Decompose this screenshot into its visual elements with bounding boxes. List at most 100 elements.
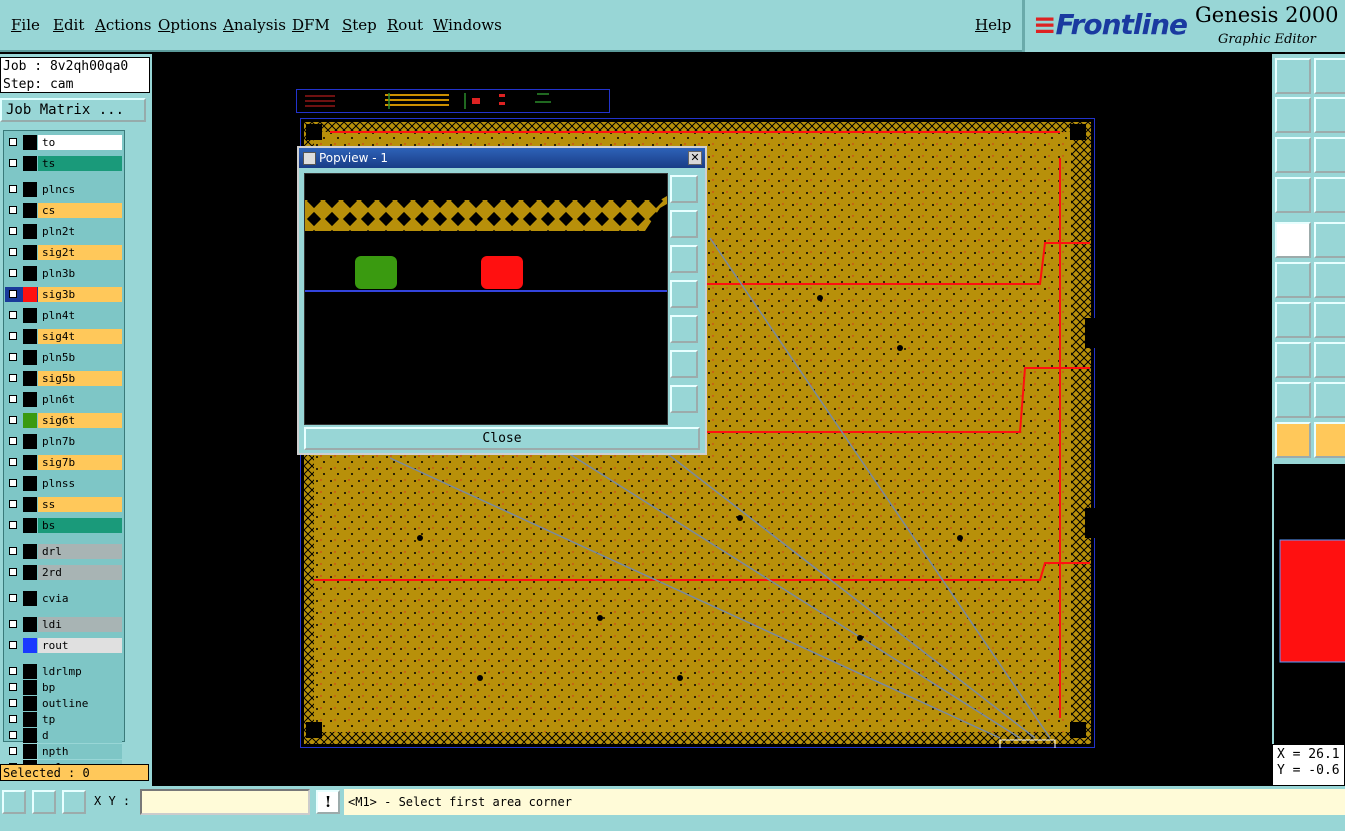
layer-row-pln7b[interactable]: pln7b: [5, 434, 122, 449]
layer-name[interactable]: sig4t: [38, 329, 122, 344]
angle-line-icon[interactable]: [1275, 302, 1311, 338]
line-dash-icon[interactable]: [1314, 342, 1345, 378]
layer-color-swatch[interactable]: [23, 224, 37, 239]
measure-angle-icon[interactable]: [32, 790, 56, 814]
cross-select-icon[interactable]: [1314, 262, 1345, 298]
layer-checkbox[interactable]: [9, 248, 17, 256]
zoom-out-icon[interactable]: [1314, 137, 1345, 173]
menu-windows[interactable]: Windows: [433, 16, 502, 34]
layer-checkbox[interactable]: [9, 731, 17, 739]
select-pad-icon[interactable]: [1275, 222, 1311, 258]
layer-color-swatch[interactable]: [23, 350, 37, 365]
layer-color-swatch[interactable]: [23, 565, 37, 580]
grid-icon[interactable]: [62, 790, 86, 814]
layer-checkbox[interactable]: [9, 311, 17, 319]
layer-checkbox[interactable]: [9, 568, 17, 576]
pan-right-icon[interactable]: [670, 315, 698, 343]
pan-up-icon[interactable]: [670, 210, 698, 238]
menu-analysis[interactable]: Analysis: [223, 16, 286, 34]
menu-help[interactable]: Help: [975, 16, 1011, 34]
layer-checkbox[interactable]: [9, 521, 17, 529]
layer-name[interactable]: sig3b: [38, 287, 122, 302]
layer-name[interactable]: to: [38, 135, 122, 150]
layer-color-swatch[interactable]: [23, 203, 37, 218]
layer-name[interactable]: d: [38, 728, 122, 743]
layer-color-swatch[interactable]: [23, 638, 37, 653]
layer-row-bs[interactable]: bs: [5, 518, 122, 533]
layer-color-swatch[interactable]: [23, 712, 37, 727]
layer-color-swatch[interactable]: [23, 182, 37, 197]
layer-row-drl[interactable]: drl: [5, 544, 122, 559]
menu-dfm[interactable]: DFM: [292, 16, 330, 34]
layer-color-swatch[interactable]: [23, 266, 37, 281]
layer-name[interactable]: cs: [38, 203, 122, 218]
layer-name[interactable]: pln5b: [38, 350, 122, 365]
layer-checkbox[interactable]: [9, 683, 17, 691]
triangle-arrow-icon[interactable]: [1314, 382, 1345, 418]
zoom-in-icon[interactable]: [670, 350, 698, 378]
layer-name[interactable]: npth: [38, 744, 122, 759]
layer-checkbox[interactable]: [9, 641, 17, 649]
pan-down-icon[interactable]: [1314, 58, 1345, 94]
layer-color-swatch[interactable]: [23, 617, 37, 632]
popview-titlebar[interactable]: Popview - 1 ✕: [299, 148, 705, 168]
layer-name[interactable]: pln6t: [38, 392, 122, 407]
menu-actions[interactable]: Actions: [95, 16, 151, 34]
layer-name[interactable]: ldi: [38, 617, 122, 632]
measure-icon[interactable]: [1314, 177, 1345, 213]
layer-name[interactable]: 2rd: [38, 565, 122, 580]
layer-name[interactable]: rout: [38, 638, 122, 653]
layer-color-swatch[interactable]: [23, 680, 37, 695]
layer-checkbox[interactable]: [9, 159, 17, 167]
layer-checkbox[interactable]: [9, 458, 17, 466]
layer-name[interactable]: outline: [38, 696, 122, 711]
layer-row-ldrlmp[interactable]: ldrlmp: [5, 664, 122, 679]
layer-checkbox[interactable]: [9, 437, 17, 445]
layer-row-sig3b[interactable]: sig3b: [5, 287, 122, 302]
layer-row-outline[interactable]: outline: [5, 696, 122, 711]
layer-color-swatch[interactable]: [23, 664, 37, 679]
pointer-box-icon[interactable]: [1314, 422, 1345, 458]
layer-checkbox[interactable]: [9, 479, 17, 487]
layer-row-rout[interactable]: rout: [5, 638, 122, 653]
zoom-out-icon[interactable]: [670, 385, 698, 413]
layer-name[interactable]: plnss: [38, 476, 122, 491]
layer-color-swatch[interactable]: [23, 156, 37, 171]
popview-viewport[interactable]: [304, 173, 668, 425]
layer-name[interactable]: pln3b: [38, 266, 122, 281]
layer-name[interactable]: cvia: [38, 591, 122, 606]
menu-edit[interactable]: Edit: [53, 16, 84, 34]
menu-rout[interactable]: Rout: [387, 16, 423, 34]
pan-left-icon[interactable]: [670, 280, 698, 308]
layer-checkbox[interactable]: [9, 290, 17, 298]
pan-up-icon[interactable]: [1275, 58, 1311, 94]
popview-close-button[interactable]: Close: [304, 427, 700, 450]
layer-checkbox[interactable]: [9, 699, 17, 707]
layer-checkbox[interactable]: [9, 594, 17, 602]
layer-row-ss[interactable]: ss: [5, 497, 122, 512]
layer-checkbox[interactable]: [9, 138, 17, 146]
layer-color-swatch[interactable]: [23, 744, 37, 759]
layer-checkbox[interactable]: [9, 416, 17, 424]
layer-row-cs[interactable]: cs: [5, 203, 122, 218]
layer-row-sig6t[interactable]: sig6t: [5, 413, 122, 428]
snap-settings-icon[interactable]: [1275, 177, 1311, 213]
select-line-icon[interactable]: [1314, 222, 1345, 258]
layer-row-sig7b[interactable]: sig7b: [5, 455, 122, 470]
layer-color-swatch[interactable]: [23, 696, 37, 711]
layer-color-swatch[interactable]: [23, 455, 37, 470]
layer-name[interactable]: sig6t: [38, 413, 122, 428]
layer-checkbox[interactable]: [9, 332, 17, 340]
layer-color-swatch[interactable]: [23, 135, 37, 150]
layer-name[interactable]: sig2t: [38, 245, 122, 260]
layer-name[interactable]: drl: [38, 544, 122, 559]
layer-checkbox[interactable]: [9, 206, 17, 214]
layer-color-swatch[interactable]: [23, 728, 37, 743]
layer-row-plnss[interactable]: plnss: [5, 476, 122, 491]
zoom-in-icon[interactable]: [1275, 137, 1311, 173]
layer-color-swatch[interactable]: [23, 591, 37, 606]
layer-color-swatch[interactable]: [23, 518, 37, 533]
window-menu-icon[interactable]: [303, 152, 316, 165]
layer-checkbox[interactable]: [9, 747, 17, 755]
layer-name[interactable]: bp: [38, 680, 122, 695]
